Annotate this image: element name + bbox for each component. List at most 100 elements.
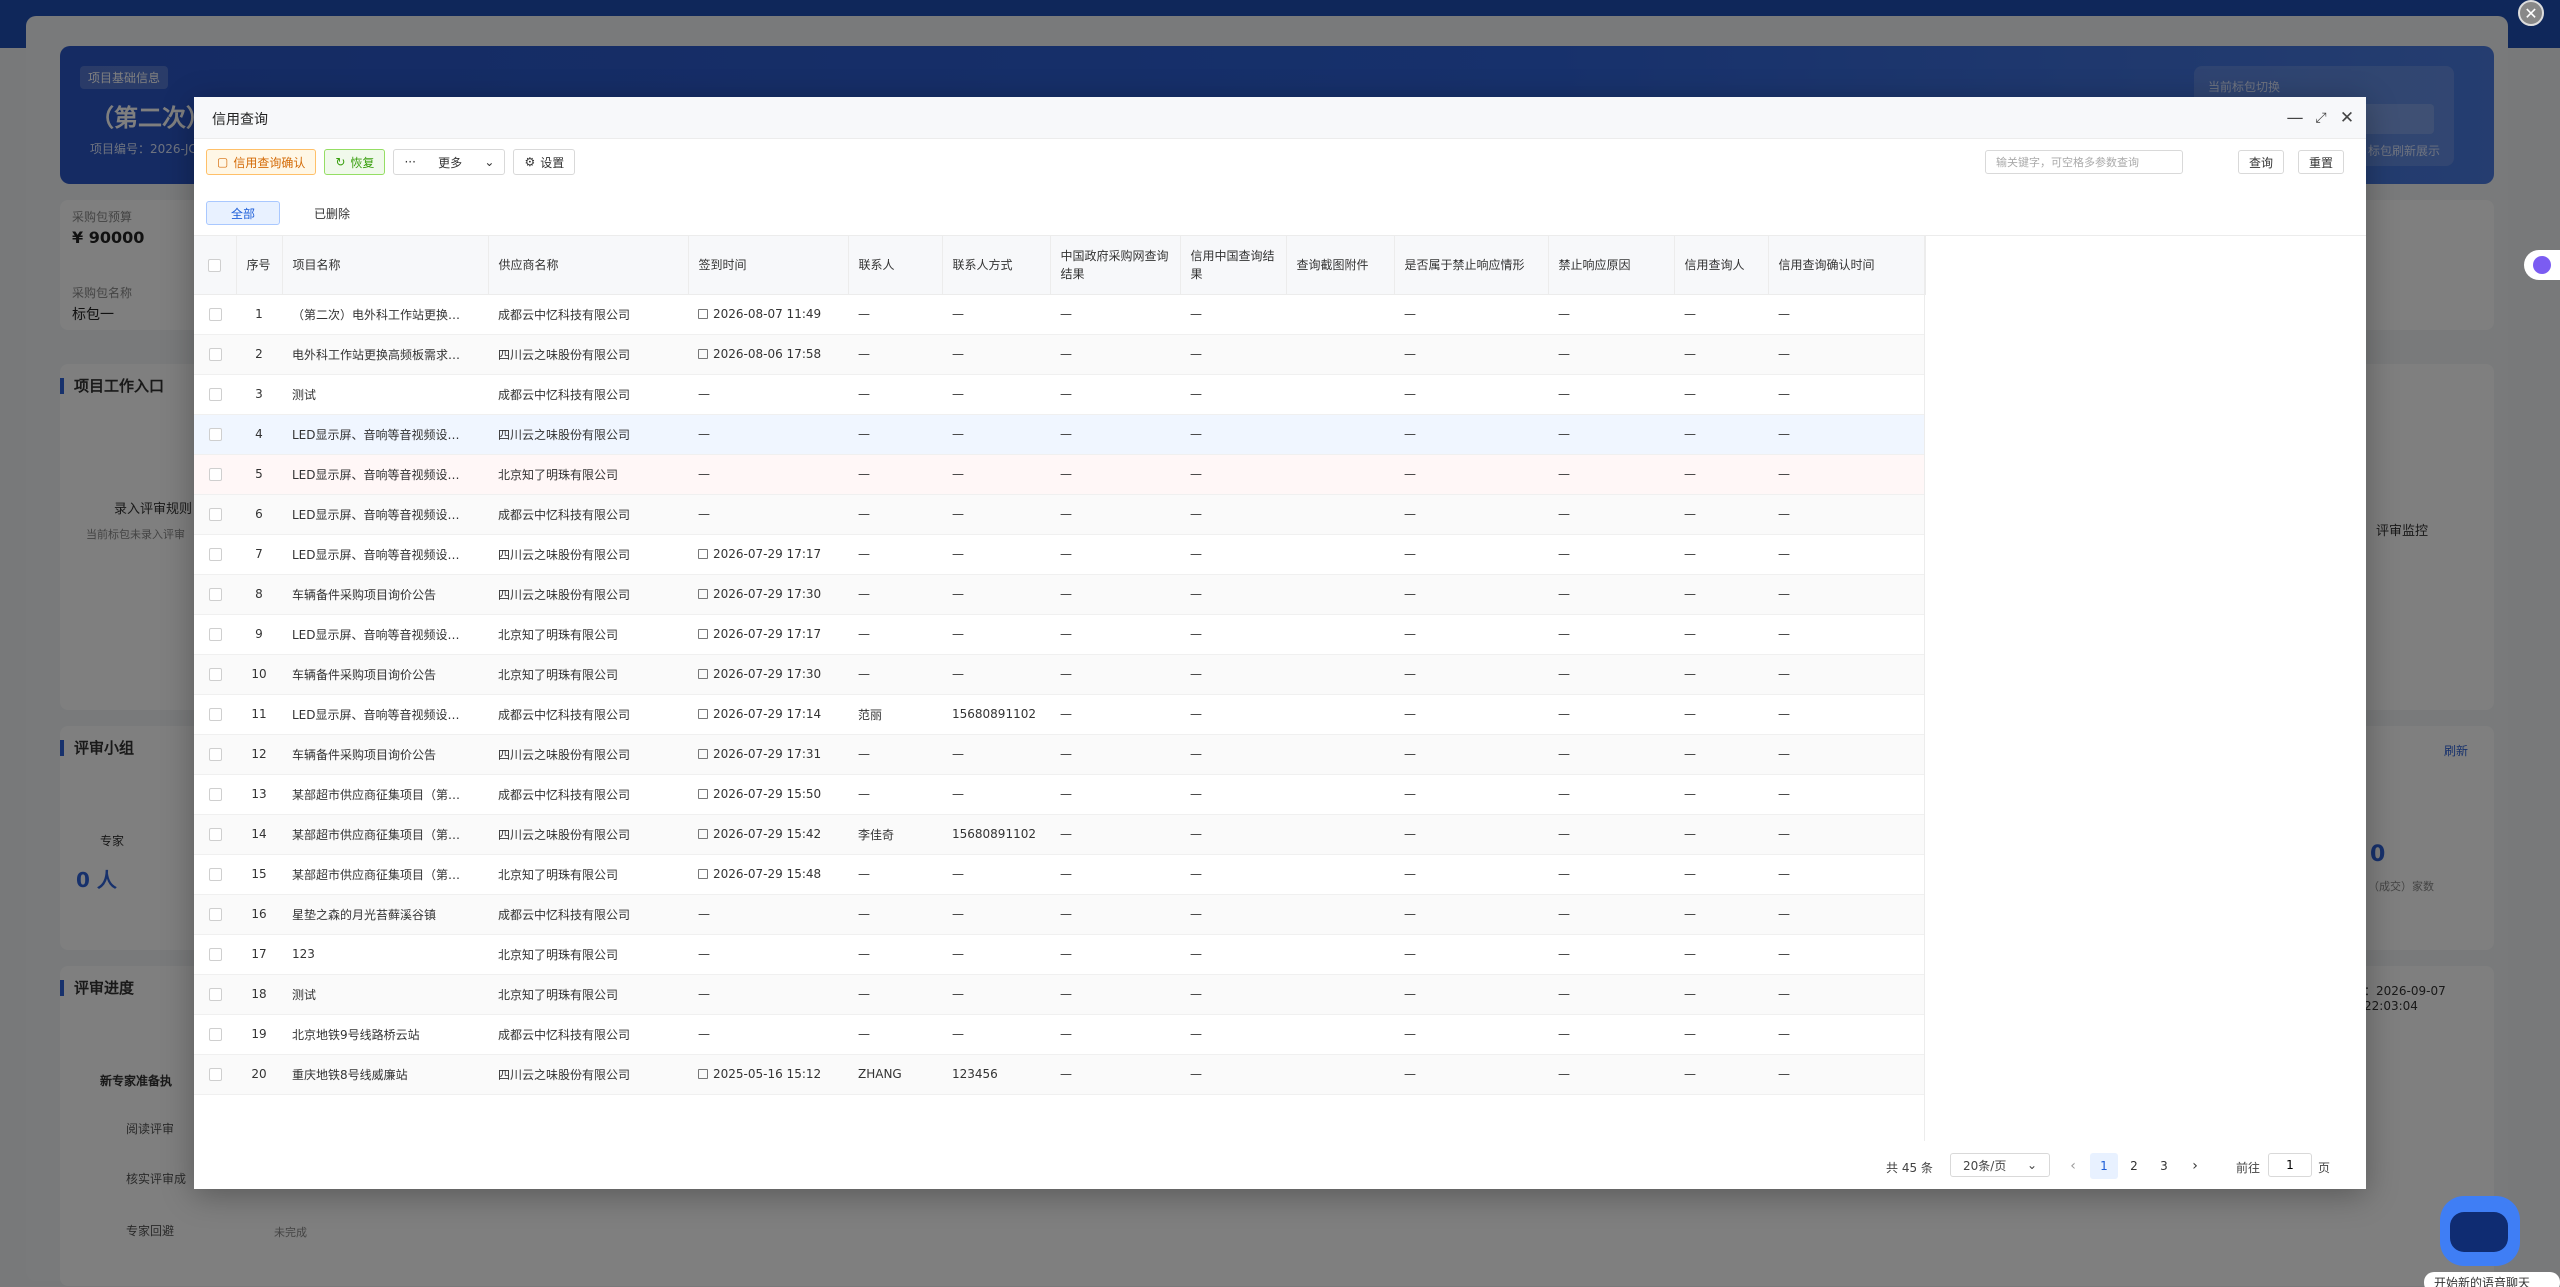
checkbox[interactable] [208,428,222,441]
checkbox[interactable] [208,388,222,401]
row-select-cell[interactable] [194,1014,236,1055]
header-cell: 是否属于禁止响应情形 [1394,236,1549,295]
table-row[interactable]: 12 车辆备件采购项目询价公告 四川云之味股份有限公司 2026-07-29 17:3… [194,734,1925,775]
row-select-cell[interactable] [194,974,236,1015]
table-cell: — [1674,854,1768,895]
next-page-icon[interactable]: › [2184,1155,2206,1177]
checkbox[interactable] [208,868,222,881]
table-row[interactable]: 8 车辆备件采购项目询价公告 四川云之味股份有限公司 2026-07-29 17:30… [194,574,1925,615]
more-dropdown[interactable]: ··· 更多 ⌄ [393,149,506,175]
table-cell: — [942,854,1050,895]
row-select-cell[interactable] [194,814,236,855]
row-select-cell[interactable] [194,934,236,975]
table-row[interactable]: 19 北京地铁9号线路桥云站 成都云中忆科技有限公司 — — — — — — — — — [194,1014,1925,1055]
maximize-icon[interactable]: ⤢ [2308,105,2334,131]
reset-button[interactable]: 重置 [2298,150,2345,174]
row-select-cell[interactable] [194,654,236,695]
calendar-icon [698,709,708,719]
table-row[interactable]: 15 某部超市供应商征集项目（第… 北京知了明珠有限公司 2026-07-29 15:… [194,854,1925,895]
row-select-cell[interactable] [194,454,236,495]
row-select-cell[interactable] [194,494,236,535]
table-row[interactable]: 10 车辆备件采购项目询价公告 北京知了明珠有限公司 2026-07-29 17:30… [194,654,1925,695]
row-select-cell[interactable] [194,534,236,575]
row-select-cell[interactable] [194,294,236,335]
tab-deleted[interactable]: 已删除 [290,201,374,225]
voice-chat-label[interactable]: 开始新的语音聊天 [2424,1272,2560,1287]
checkbox[interactable] [208,668,222,681]
checkbox[interactable] [208,1068,222,1081]
credit-confirm-button[interactable]: ▢ 信用查询确认 [206,149,317,175]
search-input[interactable] [1985,150,2183,174]
assistant-badge[interactable] [2524,250,2560,280]
table-row[interactable]: 6 LED显示屏、音响等音视频设… 成都云中忆科技有限公司 — — — — — — — — — [194,494,1925,535]
goto-label: 前往 [2236,1161,2261,1175]
row-select-cell[interactable] [194,334,236,375]
tab-all[interactable]: 全部 [206,201,281,225]
table-cell [1286,454,1394,495]
table-row[interactable]: 20 重庆地铁8号线威廉站 四川云之味股份有限公司 2025-05-16 15:12 Z… [194,1054,1925,1095]
checkbox[interactable] [208,988,222,1001]
row-select-cell[interactable] [194,694,236,735]
checkbox[interactable] [208,828,222,841]
row-select-cell[interactable] [194,1054,236,1095]
header-select-all[interactable] [194,236,237,295]
restore-button[interactable]: ↻ 恢复 [324,149,386,175]
checkbox[interactable] [208,748,222,761]
outer-close-icon[interactable]: ✕ [2518,0,2544,26]
checkbox[interactable] [208,348,222,361]
minimize-icon[interactable]: — [2282,105,2308,131]
checkbox[interactable] [208,1028,222,1041]
checkbox[interactable] [208,708,222,721]
table-row[interactable]: 3 测试 成都云中忆科技有限公司 — — — — — — — — — [194,374,1925,415]
checkbox[interactable] [208,948,222,961]
table-row[interactable]: 1 （第二次）电外科工作站更换… 成都云中忆科技有限公司 2026-08-07 11:… [194,294,1925,335]
close-icon[interactable]: ✕ [2334,105,2360,131]
row-select-cell[interactable] [194,854,236,895]
checkbox[interactable] [208,508,222,521]
settings-button[interactable]: ⚙ 设置 [513,149,576,175]
row-select-cell[interactable] [194,614,236,655]
checkbox[interactable] [208,258,222,272]
query-button[interactable]: 查询 [2238,150,2285,174]
checkbox[interactable] [208,908,222,921]
row-select-cell[interactable] [194,414,236,455]
table-cell: — [942,774,1050,815]
calendar-icon [698,869,708,879]
table-row[interactable]: 11 LED显示屏、音响等音视频设… 成都云中忆科技有限公司 2026-07-29 1… [194,694,1925,735]
robot-assistant-icon[interactable] [2432,1190,2522,1272]
row-select-cell[interactable] [194,734,236,775]
table-row[interactable]: 17 123 北京知了明珠有限公司 — — — — — — — — — [194,934,1925,975]
table-row[interactable]: 9 LED显示屏、音响等音视频设… 北京知了明珠有限公司 2026-07-29 17:… [194,614,1925,655]
table-cell: — [942,494,1050,535]
table-cell [1286,414,1394,455]
row-select-cell[interactable] [194,374,236,415]
checkbox[interactable] [208,588,222,601]
table-row[interactable]: 7 LED显示屏、音响等音视频设… 四川云之味股份有限公司 2026-07-29 17… [194,534,1925,575]
row-select-cell[interactable] [194,574,236,615]
goto-page-input[interactable] [2268,1153,2312,1177]
table-cell: 星垫之森的月光苔藓溪谷镇 [282,894,488,935]
checkbox[interactable] [208,628,222,641]
table-row[interactable]: 14 某部超市供应商征集项目（第… 四川云之味股份有限公司 2026-07-29 15… [194,814,1925,855]
checkbox[interactable] [208,548,222,561]
table-row[interactable]: 4 LED显示屏、音响等音视频设… 四川云之味股份有限公司 — — — — — — — — — [194,414,1925,455]
table-row[interactable]: 5 LED显示屏、音响等音视频设… 北京知了明珠有限公司 — — — — — — — — — [194,454,1925,495]
row-select-cell[interactable] [194,774,236,815]
table-row[interactable]: 2 电外科工作站更换高频板需求… 四川云之味股份有限公司 2026-08-06 17:… [194,334,1925,375]
checkbox[interactable] [208,308,222,321]
table-cell [1286,814,1394,855]
table-cell: 2026-07-29 15:42 [688,814,848,855]
checkbox[interactable] [208,468,222,481]
page-3[interactable]: 3 [2150,1153,2178,1179]
row-select-cell[interactable] [194,894,236,935]
table-cell: 17 [236,934,282,975]
prev-page-icon[interactable]: ‹ [2062,1155,2084,1177]
table-row[interactable]: 18 测试 北京知了明珠有限公司 — — — — — — — — — [194,974,1925,1015]
page-1[interactable]: 1 [2090,1153,2118,1179]
checkbox[interactable] [208,788,222,801]
page-size-select[interactable]: 20条/页 ⌄ [1950,1153,2050,1177]
page-2[interactable]: 2 [2120,1153,2148,1179]
table-row[interactable]: 16 星垫之森的月光苔藓溪谷镇 成都云中忆科技有限公司 — — — — — — — — — [194,894,1925,935]
table-cell [1286,494,1394,535]
table-row[interactable]: 13 某部超市供应商征集项目（第… 成都云中忆科技有限公司 2026-07-29 15… [194,774,1925,815]
